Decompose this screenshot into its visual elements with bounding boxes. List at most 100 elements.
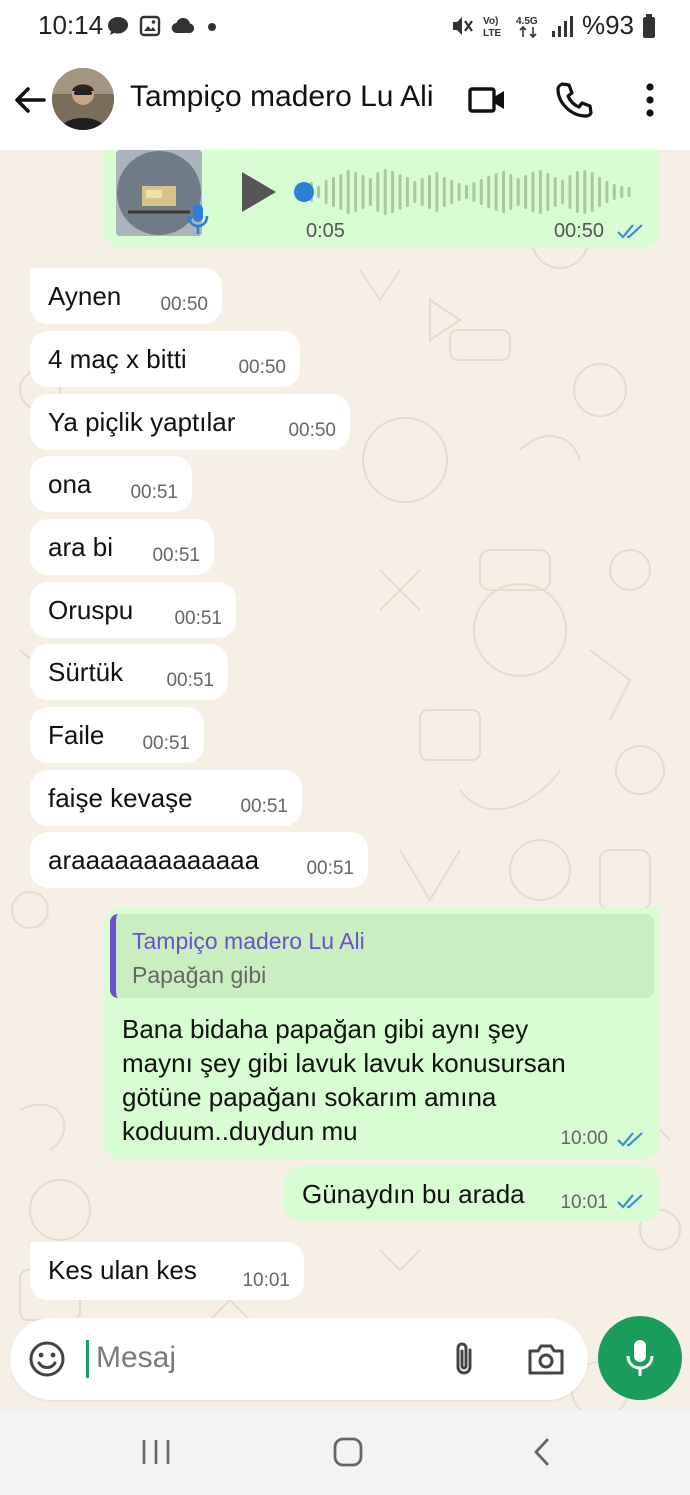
playback-position-dot[interactable] [294, 182, 314, 202]
avatar-image [52, 68, 114, 130]
waveform-bar [346, 170, 350, 214]
message-time: 00:51 [166, 670, 214, 691]
voice-duration: 0:05 [306, 220, 345, 242]
chat-notification-icon [108, 17, 128, 35]
message-time: 00:51 [240, 796, 288, 817]
back-arrow-icon[interactable] [10, 80, 50, 120]
battery-icon [643, 13, 655, 38]
waveform-bar [442, 177, 446, 207]
message-bubble-out[interactable]: Günaydın bu arada 10:01 [284, 1166, 660, 1222]
read-ticks-icon [617, 1132, 643, 1147]
voice-time: 00:50 [553, 220, 604, 242]
quoted-message[interactable]: Tampiço madero Lu Ali Papağan gibi [110, 914, 654, 998]
waveform-bar [546, 173, 550, 211]
mute-icon [452, 16, 473, 35]
reply-text-line: maynı şey gibi lavuk lavuk konusursan [122, 1048, 566, 1078]
message-bubble-in[interactable]: Kes ulan kes 10:01 [30, 1242, 304, 1300]
message-bubble-in[interactable]: Oruspu 00:51 [30, 582, 236, 638]
message-text: ona [48, 469, 92, 499]
battery-level: %93 [581, 10, 634, 40]
message-bubble-in[interactable]: araaaaaaaaaaaaa 00:51 [30, 832, 368, 888]
phone-icon[interactable] [552, 78, 596, 122]
waveform-bar [405, 177, 409, 207]
message-time: 10:00 [560, 1128, 608, 1149]
chat-area[interactable]: 0:05 00:50 Aynen 00:50 4 maç x bitti 00:… [0, 150, 690, 1410]
reply-text-line: götüne papağanı sokarım amına [122, 1082, 497, 1112]
quoted-author: Tampiço madero Lu Ali [132, 928, 365, 954]
svg-text:LTE: LTE [483, 28, 501, 39]
message-time: 00:50 [160, 294, 208, 315]
waveform-bar [538, 170, 542, 214]
recent-apps-icon[interactable] [136, 1436, 176, 1468]
signal-icon [551, 15, 573, 37]
text-caret [86, 1340, 89, 1378]
message-bubble-in[interactable]: Ya piçlik yaptılar 00:50 [30, 394, 350, 450]
more-vert-icon[interactable] [628, 78, 672, 122]
message-input[interactable] [96, 1334, 416, 1382]
read-ticks-icon [617, 224, 643, 239]
network-type-icon: 4.5G [516, 16, 538, 38]
dot-icon [208, 23, 216, 31]
message-text: Sürtük [48, 657, 124, 687]
waveform-bar [627, 187, 631, 197]
message-bubble-in[interactable]: Sürtük 00:51 [30, 644, 228, 700]
message-time: 00:51 [130, 482, 178, 503]
waveform-bar [605, 181, 609, 203]
message-bubble-in[interactable]: Aynen 00:50 [30, 268, 222, 324]
volte-icon: Vo)LTE [483, 16, 501, 39]
waveform-bar [332, 177, 335, 207]
waveform-bar [568, 175, 572, 209]
waveform-bar [368, 178, 372, 206]
svg-text:Vo): Vo) [483, 16, 498, 27]
waveform-bar [479, 179, 483, 205]
notification-icons [106, 14, 220, 38]
message-text: Kes ulan kes [48, 1255, 197, 1285]
voice-record-button[interactable] [598, 1316, 682, 1400]
waveform-bar [317, 186, 321, 198]
message-bubble-in[interactable]: ona 00:51 [30, 456, 192, 512]
contact-name[interactable]: Tampiço madero Lu Ali [130, 80, 434, 114]
message-time: 00:50 [238, 357, 286, 378]
video-call-icon[interactable] [466, 78, 510, 122]
waveform-bar [428, 175, 431, 209]
waveform-bar [413, 181, 417, 203]
attach-icon[interactable] [446, 1340, 482, 1378]
waveform-bar [494, 173, 498, 211]
waveform-bar [391, 171, 395, 213]
play-icon[interactable] [238, 170, 278, 214]
waveform-bar [516, 178, 520, 206]
message-text: araaaaaaaaaaaaa [48, 845, 260, 875]
home-icon[interactable] [328, 1436, 368, 1468]
message-bubble-in[interactable]: faişe kevaşe 00:51 [30, 770, 302, 826]
waveform-bar [472, 182, 476, 202]
waveform-bar [450, 180, 454, 204]
waveform-bar [583, 170, 587, 214]
nav-back-icon[interactable] [522, 1436, 562, 1468]
waveform-bar [612, 184, 616, 200]
waveform-bar [590, 172, 594, 212]
waveform-bar [575, 171, 579, 213]
cloud-notification-icon [171, 17, 195, 34]
voice-waveform[interactable] [294, 166, 634, 218]
waveform-bar [502, 171, 505, 213]
waveform-bar [398, 174, 402, 210]
waveform-bar [509, 174, 513, 210]
waveform-bar [376, 172, 380, 212]
message-bubble-in[interactable]: Faile 00:51 [30, 707, 204, 763]
waveform-bar [465, 185, 468, 199]
waveform-bar [531, 172, 535, 212]
voice-message-bubble[interactable]: 0:05 00:50 [104, 150, 660, 248]
avatar[interactable] [52, 68, 114, 130]
read-ticks-icon [617, 1194, 643, 1209]
status-time: 10:14 [38, 10, 104, 40]
waveform-bar [354, 172, 358, 212]
status-bar: 10:14 Vo) LTE 4.5G %93 [0, 0, 690, 56]
camera-icon[interactable] [526, 1340, 566, 1378]
message-text: Ya piçlik yaptılar [48, 407, 236, 437]
reply-message-bubble[interactable]: Tampiço madero Lu Ali Papağan gibi Bana … [104, 908, 660, 1160]
message-bubble-in[interactable]: 4 maç x bitti 00:50 [30, 331, 300, 387]
status-right: Vo) LTE 4.5G %93 [450, 10, 656, 41]
emoji-icon[interactable] [28, 1340, 66, 1378]
waveform-bar [561, 180, 565, 204]
message-bubble-in[interactable]: ara bi 00:51 [30, 519, 214, 575]
